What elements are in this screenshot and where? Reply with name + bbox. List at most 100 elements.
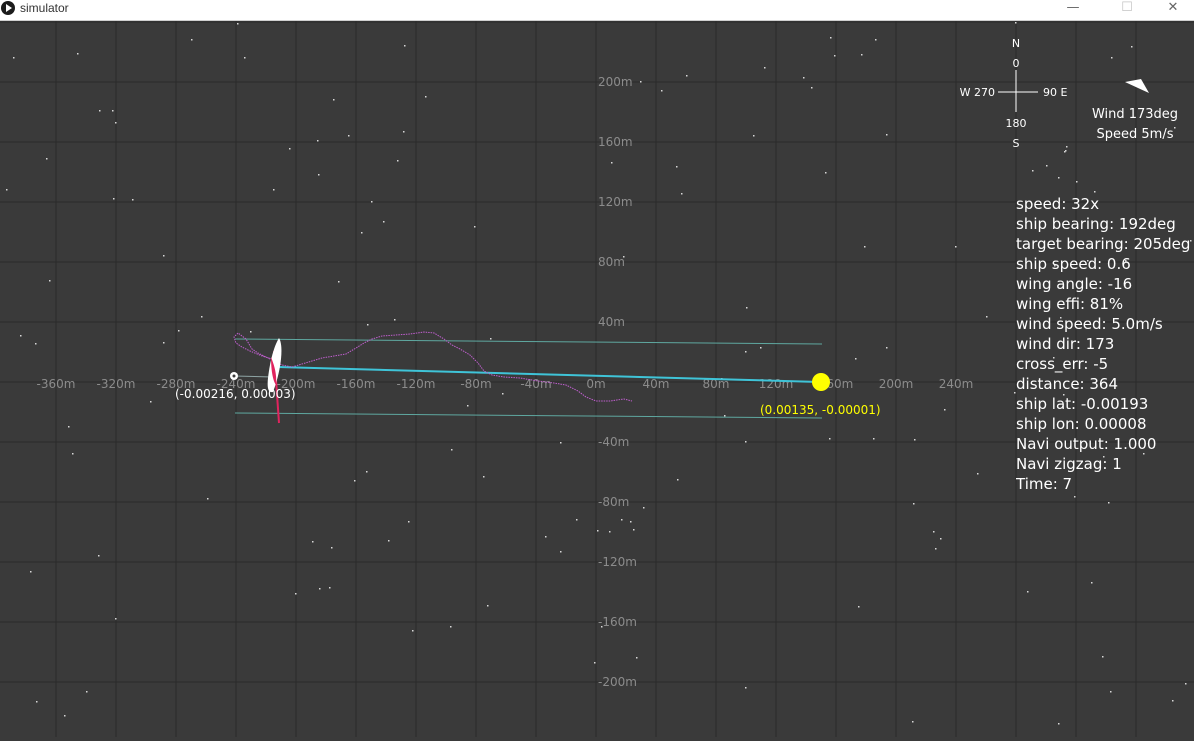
water-dot <box>244 57 246 59</box>
x-tick-label: -40m <box>520 377 551 391</box>
water-dot <box>383 221 385 223</box>
water-dot <box>545 536 547 538</box>
water-dot <box>467 405 469 407</box>
wing-angle: wing angle: -16 <box>1016 275 1133 293</box>
telemetry-panel: speed: 32x ship bearing: 192deg target b… <box>1016 194 1194 494</box>
water-dot <box>474 226 476 228</box>
compass-south-degree: 180 <box>1006 117 1027 130</box>
water-dot <box>760 347 762 349</box>
water-dot <box>830 37 832 39</box>
water-dot <box>36 701 38 703</box>
ship-latitude: ship lat: -0.00193 <box>1016 395 1149 413</box>
x-tick-label: -320m <box>97 377 136 391</box>
water-dot <box>1046 165 1048 167</box>
water-dot <box>935 548 937 550</box>
x-tick-label: 200m <box>879 377 914 391</box>
simulation-canvas[interactable]: -360m -320m -280m -240m -200m -160m -120m -80m -… <box>0 21 1194 737</box>
minimize-button[interactable]: — <box>1050 0 1096 21</box>
water-dot <box>873 438 875 440</box>
water-dot <box>412 630 414 632</box>
water-dot <box>318 174 320 176</box>
water-dot <box>1066 146 1068 148</box>
water-dot <box>677 479 679 481</box>
ship-longitude: ship lon: 0.00008 <box>1016 415 1147 433</box>
water-dot <box>1076 181 1078 183</box>
water-dot <box>450 626 452 628</box>
water-dot <box>367 324 369 326</box>
water-dot <box>338 281 340 283</box>
water-dot <box>1032 170 1034 172</box>
water-dot <box>1172 700 1174 702</box>
water-dot <box>640 81 642 83</box>
water-dot <box>77 53 79 55</box>
water-dot <box>913 503 915 505</box>
water-dot <box>764 67 766 69</box>
close-button[interactable]: ✕ <box>1150 0 1194 21</box>
water-dot <box>1094 191 1096 193</box>
water-dot <box>914 439 916 441</box>
water-dot <box>13 57 15 59</box>
water-dot <box>560 551 562 553</box>
water-dot <box>46 158 48 160</box>
water-dot <box>681 193 683 195</box>
compass-north-label: N <box>1012 37 1020 50</box>
water-dot <box>348 135 350 137</box>
speed-multiplier: speed: 32x <box>1016 195 1100 213</box>
x-tick-label: -160m <box>337 377 376 391</box>
water-dot <box>86 691 88 693</box>
water-dot <box>861 54 863 56</box>
water-dot <box>576 519 578 521</box>
water-dot <box>829 438 831 440</box>
water-dot <box>686 75 688 77</box>
y-tick-label: 80m <box>598 255 625 269</box>
x-tick-label: 0m <box>586 377 605 391</box>
water-dot <box>490 338 492 340</box>
y-tick-label: 40m <box>598 315 625 329</box>
water-dot <box>425 96 427 98</box>
compass-south-label: S <box>1013 137 1020 150</box>
water-dot <box>487 605 489 607</box>
title-bar: simulator — ☐ ✕ <box>0 0 1194 21</box>
x-tick-label: 40m <box>643 377 670 391</box>
water-dot <box>319 588 321 590</box>
y-tick-label: -80m <box>598 495 629 509</box>
water-dot <box>30 571 32 573</box>
y-tick-label: 120m <box>598 195 633 209</box>
water-dot <box>621 519 623 521</box>
water-dot <box>333 99 335 101</box>
water-dot <box>354 480 356 482</box>
water-dot <box>273 189 275 191</box>
target-marker[interactable] <box>812 373 830 391</box>
water-dot <box>560 442 562 444</box>
water-dot <box>676 166 678 168</box>
water-dot <box>875 39 877 41</box>
water-dot <box>643 507 645 509</box>
ship-coords-label: (-0.00216, 0.00003) <box>175 387 296 401</box>
maximize-button[interactable]: ☐ <box>1104 0 1150 21</box>
water-dot <box>394 319 396 321</box>
water-dot <box>68 426 70 428</box>
water-dot <box>49 280 51 282</box>
water-dot <box>745 687 747 689</box>
water-dot <box>630 521 632 523</box>
water-dot <box>72 453 74 455</box>
water-dot <box>361 232 363 234</box>
navi-output: Navi output: 1.000 <box>1016 435 1157 453</box>
water-dot <box>886 134 888 136</box>
water-dot <box>207 498 209 500</box>
y-tick-label: -120m <box>598 555 637 569</box>
water-dot <box>745 441 747 443</box>
water-dot <box>753 135 755 137</box>
y-tick-label: 200m <box>598 75 633 89</box>
water-dot <box>940 538 942 540</box>
water-dot <box>1015 22 1017 24</box>
window-title: simulator <box>20 1 69 15</box>
water-dot <box>1131 46 1133 48</box>
compass-north-degree: 0 <box>1013 57 1020 70</box>
water-dot <box>864 246 866 248</box>
wind-direction-label: Wind 173deg <box>1092 107 1178 122</box>
wind-speed-label: Speed 5m/s <box>1097 127 1174 142</box>
water-dot <box>858 606 860 608</box>
distance: distance: 364 <box>1016 375 1119 393</box>
water-dot <box>150 401 152 403</box>
